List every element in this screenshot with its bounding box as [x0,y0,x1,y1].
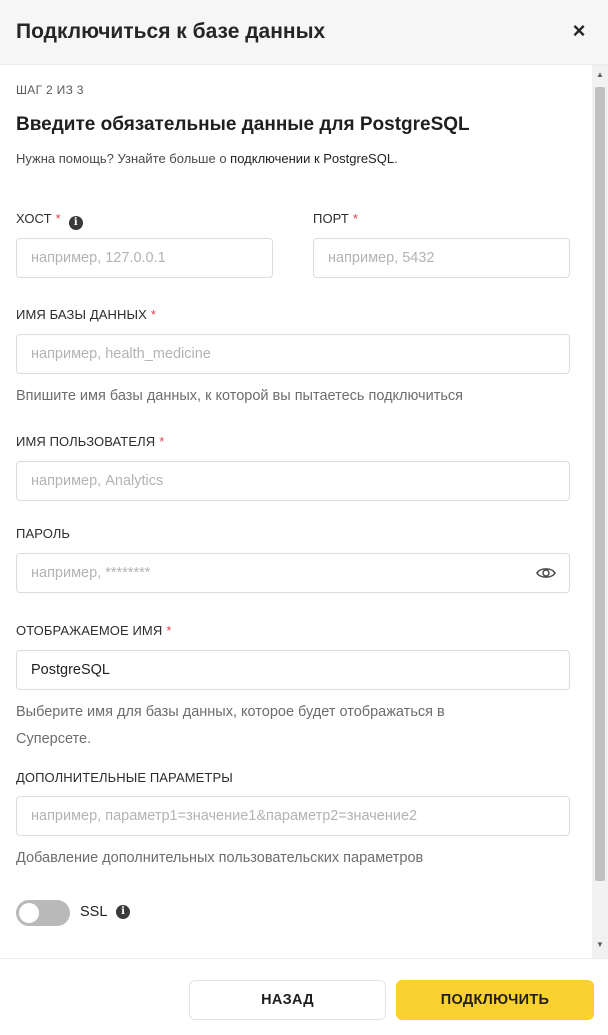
display-name-input[interactable] [16,650,570,690]
modal-header: Подключиться к базе данных × [0,0,608,65]
connect-button[interactable]: ПОДКЛЮЧИТЬ [396,980,594,1020]
database-hint: Впишите имя базы данных, к которой вы пы… [16,388,464,404]
display-name-label: ОТОБРАЖАЕМОЕ ИМЯ * [16,623,172,638]
database-required-mark: * [150,307,157,322]
username-required-mark: * [159,434,165,449]
modal-body[interactable]: ШАГ 2 ИЗ 3 Введите обязательные данные д… [0,65,608,958]
password-label: ПАРОЛЬ [16,526,71,541]
port-required-mark: * [352,211,359,226]
display-name-hint-line-1: Выберите имя для базы данных, которое бу… [16,704,445,720]
display-name-hint-line-2: Суперсете. [16,731,92,747]
modal-footer: НАЗАД ПОДКЛЮЧИТЬ [0,958,608,1035]
port-label: ПОРТ * [313,211,358,226]
help-text-suffix: . [394,151,398,166]
modal-title: Подключиться к базе данных [16,20,326,43]
ssl-toggle[interactable] [16,900,70,926]
host-required-mark: * [55,211,61,226]
help-link[interactable]: подключении к PostgreSQL [230,151,394,166]
display-name-label-text: ОТОБРАЖАЕМОЕ ИМЯ [16,623,163,638]
close-icon[interactable]: × [566,19,592,45]
scroll-thumb[interactable] [595,87,605,881]
host-info-icon[interactable]: i [68,216,83,230]
help-text-prefix: Нужна помощь? Узнайте больше о [16,151,231,166]
extra-params-label: ДОПОЛНИТЕЛЬНЫЕ ПАРАМЕТРЫ [16,770,233,785]
ssl-info-icon[interactable]: i [116,905,130,919]
extra-params-input[interactable] [16,796,570,836]
ssl-toggle-knob [19,903,39,923]
port-input[interactable] [313,238,570,278]
database-label-text: ИМЯ БАЗЫ ДАННЫХ [16,307,147,322]
eye-icon[interactable] [536,565,556,581]
vertical-scrollbar[interactable]: ▲ ▼ [592,65,608,958]
database-label: ИМЯ БАЗЫ ДАННЫХ * [16,307,156,322]
host-label-text: ХОСТ [16,211,52,226]
password-input[interactable] [16,553,570,593]
username-input[interactable] [16,461,570,501]
username-label-text: ИМЯ ПОЛЬЗОВАТЕЛЯ [16,434,156,449]
host-input[interactable] [16,238,273,278]
scroll-up-icon[interactable]: ▲ [592,67,608,83]
scroll-down-icon[interactable]: ▼ [592,937,608,953]
display-name-required-mark: * [166,623,172,638]
host-label: ХОСТ * i [16,211,83,230]
extra-params-hint: Добавление дополнительных пользовательск… [16,850,424,866]
port-label-text: ПОРТ [313,211,349,226]
database-input[interactable] [16,334,570,374]
username-label: ИМЯ ПОЛЬЗОВАТЕЛЯ * [16,434,164,449]
ssl-label: SSL [80,904,108,920]
back-button[interactable]: НАЗАД [189,980,386,1020]
step-heading: Введите обязательные данные для PostgreS… [16,114,470,135]
step-indicator: ШАГ 2 ИЗ 3 [16,83,84,97]
help-text: Нужна помощь? Узнайте больше о подключен… [16,151,398,166]
